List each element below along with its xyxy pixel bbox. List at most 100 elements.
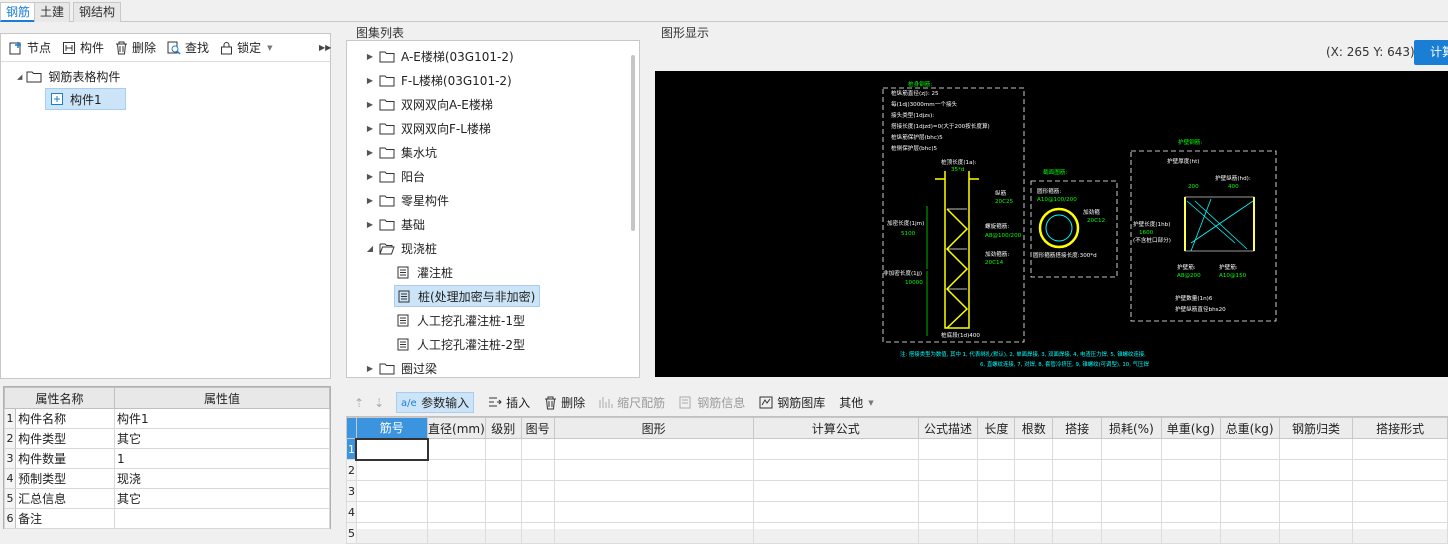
prop-header-name: 属性名称 [4, 387, 115, 409]
drawing-text: 圆形箍筋搭接长度:300*d [1033, 251, 1097, 259]
folder-open-icon [379, 243, 395, 254]
delete-row-button[interactable]: 删除 [544, 394, 585, 411]
col-header[interactable]: 公式描述 [917, 417, 979, 439]
drawing-text: 护壁数量(1n)6 [1175, 294, 1213, 302]
list-item[interactable]: 人工挖孔灌注桩-1型 [397, 309, 525, 331]
list-item[interactable]: ▶ 基础 [365, 213, 425, 235]
folder-icon [379, 147, 395, 158]
table-row[interactable]: 6 备注 [3, 508, 330, 529]
tree-item-component1[interactable]: 构件1 [45, 88, 126, 110]
col-header[interactable]: 钢筋归类 [1278, 417, 1354, 439]
col-header[interactable]: 级别 [484, 417, 522, 439]
drawing-text: A8@100/200 [985, 233, 1022, 239]
expand-arrow-icon: ▶ [366, 195, 374, 205]
table-row[interactable]: 4 预制类型 现浇 [3, 468, 330, 489]
table-row[interactable]: 1 [346, 437, 1448, 461]
vertical-scrollbar[interactable] [631, 55, 635, 231]
drawing-text: 护壁纵筋直径bhs20 [1175, 305, 1226, 313]
rebar-grid: 筋号 直径(mm) 级别 图号 图形 计算公式 公式描述 长度 根数 搭接 损耗… [346, 416, 1448, 544]
col-header[interactable]: 搭接 [1052, 417, 1102, 439]
list-item[interactable]: ▶ 圈过梁 [365, 357, 437, 377]
list-item[interactable]: 人工挖孔灌注桩-2型 [397, 333, 525, 355]
chevron-down-icon: ▼ [868, 398, 874, 407]
expand-arrow-icon: ▶ [366, 75, 374, 85]
table-row[interactable]: 1 构件名称 构件1 [3, 408, 330, 429]
table-row[interactable]: 5 汇总信息 其它 [3, 488, 330, 509]
col-header[interactable]: 总重(kg) [1219, 417, 1280, 439]
col-header[interactable]: 损耗(%) [1100, 417, 1162, 439]
col-header[interactable]: 搭接形式 [1352, 417, 1448, 439]
calculate-button[interactable]: 计算 [1414, 40, 1448, 65]
grid-cell-active[interactable] [355, 437, 429, 461]
list-item[interactable]: ▶ 零星构件 [365, 189, 449, 211]
param-icon: a/e [401, 398, 417, 409]
drawing-text: 加劲箍筋: [985, 250, 1009, 258]
move-down-icon[interactable]: ⇣ [374, 396, 384, 410]
drawing-text: 桩侧保护层(bhc)5 [891, 144, 938, 152]
drawing-canvas[interactable]: 桩身钢筋: 桩纵筋直径(zj): 25 每(1dj)3000mm一个接头 接头类… [655, 71, 1448, 377]
col-header[interactable]: 直径(mm) [427, 417, 486, 439]
prop-header-value: 属性值 [114, 387, 330, 409]
coordinate-readout: (X: 265 Y: 643) [1326, 45, 1415, 59]
table-row[interactable]: 2 [346, 459, 1448, 481]
expand-arrows-icon[interactable]: ▶▶ [319, 43, 331, 52]
move-up-icon[interactable]: ⇡ [354, 396, 364, 410]
drawing-text: A10@150 [1219, 273, 1247, 279]
other-menu-button[interactable]: 其他 ▼ [839, 394, 873, 411]
col-header[interactable]: 长度 [977, 417, 1016, 439]
list-item-selected[interactable]: 桩(处理加密与非加密) [394, 285, 541, 307]
list-item[interactable]: ▶ 阳台 [365, 165, 425, 187]
tab-civil[interactable]: 土建 [34, 2, 71, 22]
find-button[interactable]: 查找 [167, 39, 209, 56]
col-header[interactable]: 筋号 [355, 417, 429, 439]
drawing-text: 螺旋箍筋: [985, 222, 1009, 230]
list-item[interactable]: ▶ 双网双向A-E楼梯 [365, 93, 493, 115]
drawing-text: 纵筋 [995, 189, 1007, 197]
wall-bracing [1186, 198, 1254, 252]
tree-root-node[interactable]: ◢ 钢筋表格构件 [17, 68, 120, 85]
table-row[interactable]: 3 构件数量 1 [3, 448, 330, 469]
table-row[interactable]: 5 [346, 522, 1448, 544]
col-header[interactable]: 单重(kg) [1160, 417, 1221, 439]
scale-rebar-button[interactable]: 缩尺配筋 [599, 394, 665, 411]
list-item[interactable]: ◢ 现浇桩 [365, 237, 437, 259]
col-header[interactable]: 图号 [520, 417, 555, 439]
table-row[interactable]: 4 [346, 501, 1448, 523]
rebar-toolbar: ⇡ ⇣ a/e 参数输入 插入 删除 缩尺配筋 钢筋信息 钢筋图库 其他 ▼ [346, 390, 1448, 415]
drawing-text: 护壁筋: [1177, 263, 1196, 271]
chevron-down-icon: ▼ [267, 43, 273, 52]
collapse-arrow-icon: ◢ [366, 243, 374, 253]
lock-button[interactable]: 锁定 ▼ [220, 39, 272, 56]
col-header[interactable]: 根数 [1014, 417, 1054, 439]
expand-arrow-icon: ▶ [366, 363, 374, 373]
drawing-text: 每(1dj)3000mm一个接头 [891, 100, 958, 108]
expand-arrow-icon: ▶ [366, 99, 374, 109]
rebar-info-button[interactable]: 钢筋信息 [679, 394, 745, 411]
list-item[interactable]: ▶ A-E楼梯(03G101-2) [365, 45, 514, 67]
list-item[interactable]: ▶ 集水坑 [365, 141, 437, 163]
tab-steel[interactable]: 钢结构 [73, 2, 122, 22]
table-row[interactable]: 2 构件类型 其它 [3, 428, 330, 449]
insert-button[interactable]: 插入 [488, 394, 530, 411]
drawing-text: 护壁长度(1hb) [1133, 220, 1170, 228]
list-item[interactable]: ▶ F-L楼梯(03G101-2) [365, 69, 512, 91]
col-header[interactable]: 计算公式 [752, 417, 919, 439]
delete-button[interactable]: 删除 [115, 39, 156, 56]
drawing-text: 10000 [905, 280, 923, 286]
folder-icon [379, 75, 395, 86]
param-input-button[interactable]: a/e 参数输入 [396, 392, 475, 413]
list-item[interactable]: ▶ 双网双向F-L楼梯 [365, 117, 491, 139]
tab-rebar[interactable]: 钢筋 [0, 2, 37, 22]
table-row[interactable]: 3 [346, 480, 1448, 502]
component-icon [63, 41, 76, 54]
drawing-text: 护壁筋: [1219, 263, 1238, 271]
rebar-library-button[interactable]: 钢筋图库 [759, 394, 825, 411]
info-icon [679, 396, 691, 409]
drawing-text: 400 [1228, 184, 1239, 190]
col-header[interactable]: 图形 [553, 417, 754, 439]
list-item[interactable]: 灌注桩 [397, 261, 453, 283]
lock-icon [221, 41, 233, 54]
drawing-text: 护壁纵筋(hd): [1215, 174, 1251, 182]
node-button[interactable]: 节点 [9, 39, 51, 56]
component-button[interactable]: 构件 [62, 39, 104, 56]
